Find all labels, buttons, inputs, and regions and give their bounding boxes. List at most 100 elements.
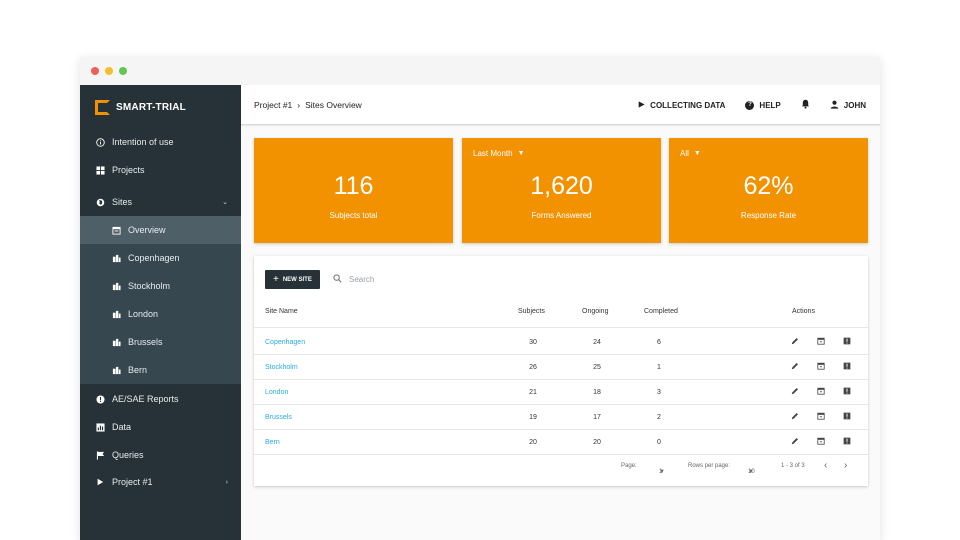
header-completed[interactable]: Completed xyxy=(644,308,678,315)
scope-filter-dropdown[interactable]: All ▼ xyxy=(680,149,701,158)
info-icon[interactable] xyxy=(843,412,851,422)
building-icon xyxy=(111,337,121,347)
calendar-icon[interactable] xyxy=(817,362,825,372)
info-icon[interactable] xyxy=(843,437,851,447)
page-range: 1 - 3 of 3 xyxy=(781,463,805,469)
calendar-icon[interactable] xyxy=(817,337,825,347)
chevron-left-icon[interactable]: ‹ xyxy=(824,460,827,471)
table-row: Brussels 19 17 2 xyxy=(254,405,868,430)
edit-icon[interactable] xyxy=(791,362,799,372)
sidebar-item-data[interactable]: Data xyxy=(80,413,241,441)
building-icon xyxy=(111,365,121,375)
caret-down-icon: ▼ xyxy=(748,469,754,475)
app-window: SMART-TRIAL Intention of use Projects Si… xyxy=(80,57,880,540)
breadcrumb-separator: › xyxy=(297,100,301,110)
edit-icon[interactable] xyxy=(791,337,799,347)
edit-icon[interactable] xyxy=(791,437,799,447)
play-icon xyxy=(95,477,105,487)
filter-value: All xyxy=(680,149,689,158)
info-icon[interactable] xyxy=(843,387,851,397)
site-link[interactable]: Copenhagen xyxy=(265,339,305,346)
building-icon xyxy=(111,309,121,319)
new-site-button[interactable]: + NEW SITE xyxy=(265,270,320,289)
sidebar-item-label: Copenhagen xyxy=(128,253,180,263)
building-icon xyxy=(111,281,121,291)
flag-icon xyxy=(95,450,105,460)
subjects-total-card: 116 Subjects total xyxy=(254,138,453,243)
completed-cell: 1 xyxy=(657,364,661,371)
sidebar-item-london[interactable]: London xyxy=(80,300,241,328)
card-value: 116 xyxy=(333,172,374,200)
header-subjects[interactable]: Subjects xyxy=(518,308,545,315)
close-window-button[interactable] xyxy=(91,67,99,75)
caret-down-icon: ▼ xyxy=(517,150,525,157)
bell-icon xyxy=(801,99,810,111)
sidebar-item-label: Sites xyxy=(112,197,133,207)
chevron-right-icon[interactable]: › xyxy=(844,460,847,471)
ongoing-cell: 20 xyxy=(593,439,601,446)
header-site-name[interactable]: Site Name xyxy=(265,308,298,315)
building-icon xyxy=(111,253,121,263)
search-input[interactable]: Search xyxy=(349,275,374,284)
chevron-down-icon: ⌄ xyxy=(222,199,228,206)
subjects-cell: 26 xyxy=(529,364,537,371)
sidebar-item-overview[interactable]: Overview xyxy=(80,216,241,244)
info-icon[interactable] xyxy=(843,337,851,347)
help-icon: ? xyxy=(745,100,755,110)
user-menu[interactable]: JOHN xyxy=(830,100,866,111)
search-box[interactable]: Search xyxy=(333,274,374,285)
table-header: Site Name Subjects Ongoing Completed Act… xyxy=(254,304,868,328)
title-bar xyxy=(80,57,880,85)
sidebar-item-sites[interactable]: Sites ⌄ xyxy=(80,188,241,216)
logo[interactable]: SMART-TRIAL xyxy=(95,98,186,116)
sidebar-item-label: Queries xyxy=(112,450,144,460)
completed-cell: 0 xyxy=(657,439,661,446)
card-label: Response Rate xyxy=(740,211,797,220)
calendar-icon xyxy=(111,225,121,235)
info-icon[interactable] xyxy=(843,362,851,372)
sidebar-item-label: Overview xyxy=(128,225,166,235)
card-label: Forms Answered xyxy=(531,211,592,220)
sidebar-item-queries[interactable]: Queries xyxy=(80,441,241,469)
calendar-icon[interactable] xyxy=(817,437,825,447)
sidebar-item-label: AE/SAE Reports xyxy=(112,394,179,404)
header-ongoing[interactable]: Ongoing xyxy=(582,308,608,315)
maximize-window-button[interactable] xyxy=(119,67,127,75)
calendar-icon[interactable] xyxy=(817,412,825,422)
plus-icon: + xyxy=(273,274,279,285)
ongoing-cell: 25 xyxy=(593,364,601,371)
sidebar-item-project-1[interactable]: Project #1 › xyxy=(80,468,241,496)
new-site-label: NEW SITE xyxy=(282,276,312,283)
breadcrumb-project[interactable]: Project #1 xyxy=(254,100,292,110)
sites-table-panel: + NEW SITE Search Site Name Subjects Ong… xyxy=(254,256,868,486)
sidebar: SMART-TRIAL Intention of use Projects Si… xyxy=(80,85,241,540)
help-button[interactable]: ? HELP xyxy=(745,100,781,110)
table-row: London 21 18 3 xyxy=(254,380,868,405)
sidebar-item-brussels[interactable]: Brussels xyxy=(80,328,241,356)
site-link[interactable]: Bern xyxy=(265,439,280,446)
subjects-cell: 21 xyxy=(529,389,537,396)
sidebar-item-projects[interactable]: Projects xyxy=(80,156,241,184)
edit-icon[interactable] xyxy=(791,387,799,397)
completed-cell: 2 xyxy=(657,414,661,421)
user-icon xyxy=(830,100,839,111)
sidebar-item-copenhagen[interactable]: Copenhagen xyxy=(80,244,241,272)
search-icon xyxy=(333,274,342,285)
sidebar-item-label: Data xyxy=(112,422,132,432)
edit-icon[interactable] xyxy=(791,412,799,422)
minimize-window-button[interactable] xyxy=(105,67,113,75)
site-link[interactable]: London xyxy=(265,389,288,396)
collecting-data-button[interactable]: COLLECTING DATA xyxy=(638,101,725,110)
sidebar-item-intention-of-use[interactable]: Intention of use xyxy=(80,128,241,156)
site-link[interactable]: Brussels xyxy=(265,414,292,421)
sidebar-item-stockholm[interactable]: Stockholm xyxy=(80,272,241,300)
period-filter-dropdown[interactable]: Last Month ▼ xyxy=(473,149,525,158)
site-link[interactable]: Stockholm xyxy=(265,364,298,371)
sidebar-item-bern[interactable]: Bern xyxy=(80,356,241,384)
response-rate-card: All ▼ 62% Response Rate xyxy=(669,138,868,243)
sidebar-item-ae-sae-reports[interactable]: AE/SAE Reports xyxy=(80,385,241,413)
caret-down-icon: ▼ xyxy=(659,469,665,475)
calendar-icon[interactable] xyxy=(817,387,825,397)
sidebar-item-label: London xyxy=(128,309,159,319)
notifications-button[interactable] xyxy=(801,99,810,111)
